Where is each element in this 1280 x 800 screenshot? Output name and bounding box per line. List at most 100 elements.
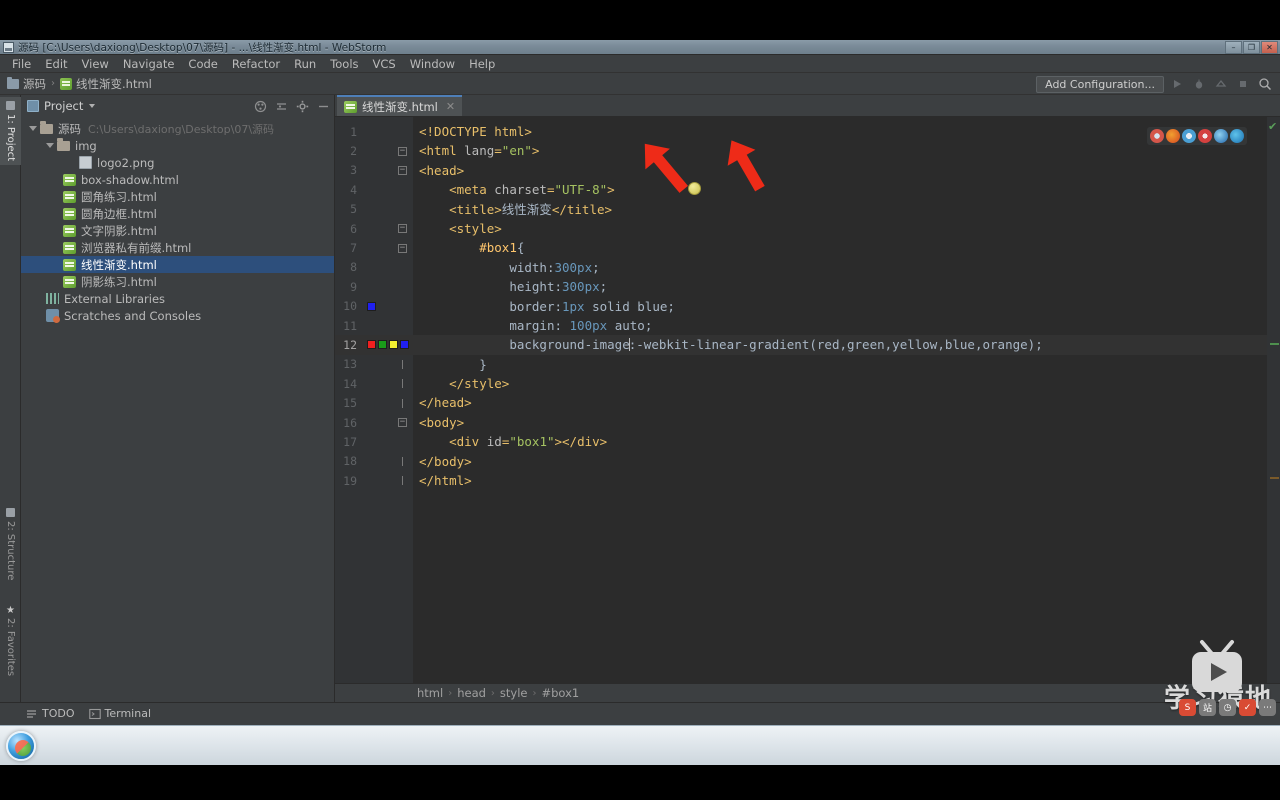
expand-twisty-icon[interactable] <box>29 126 37 131</box>
code-line-13[interactable]: } <box>413 355 1267 374</box>
code-line-6[interactable]: <style> <box>413 219 1267 238</box>
code-line-9[interactable]: height:300px; <box>413 277 1267 296</box>
code-line-11[interactable]: margin: 100px auto; <box>413 316 1267 335</box>
run-coverage-icon[interactable] <box>1212 75 1230 93</box>
code-line-17[interactable]: <div id="box1"></div> <box>413 432 1267 451</box>
code-line-12[interactable]: background-image:-webkit-linear-gradient… <box>413 335 1267 355</box>
breadcrumb-item-html[interactable]: html <box>417 686 443 700</box>
minimize-button[interactable]: – <box>1225 41 1242 54</box>
fold-icon[interactable]: − <box>398 243 407 253</box>
code-line-4[interactable]: <meta charset="UTF-8"> <box>413 180 1267 199</box>
menu-refactor[interactable]: Refactor <box>225 55 287 73</box>
browser-launch-bar[interactable] <box>1147 127 1247 145</box>
editor-area[interactable]: 1 2− 3− 4 5 6− 7− 8 9 10 11 12 13 14 15 … <box>335 117 1280 683</box>
start-orb-icon[interactable] <box>6 730 36 761</box>
close-icon[interactable]: ✕ <box>446 100 455 113</box>
code-line-5[interactable]: <title>线性渐变</title> <box>413 200 1267 219</box>
chrome-icon[interactable] <box>1150 129 1164 143</box>
menu-help[interactable]: Help <box>462 55 502 73</box>
firefox-icon[interactable] <box>1166 129 1180 143</box>
stripe-mark[interactable] <box>1270 343 1279 345</box>
tree-item-wenzi-yinying-html[interactable]: 文字阴影.html <box>21 222 334 239</box>
editor-tab-xianxing-jianbian[interactable]: 线性渐变.html ✕ <box>337 95 463 116</box>
code-line-14[interactable]: </style> <box>413 374 1267 393</box>
nav-crumb-file[interactable]: 线性渐变.html <box>76 76 152 92</box>
fold-icon[interactable] <box>398 476 407 486</box>
run-icon[interactable] <box>1168 75 1186 93</box>
fold-icon[interactable] <box>398 379 407 389</box>
stop-icon[interactable] <box>1234 75 1252 93</box>
menu-edit[interactable]: Edit <box>38 55 74 73</box>
fold-icon[interactable] <box>398 398 407 408</box>
safari-icon[interactable] <box>1182 129 1196 143</box>
tree-item-img[interactable]: img <box>21 137 334 154</box>
chevron-down-icon[interactable] <box>89 104 96 108</box>
tree-item-box-shadow-html[interactable]: box-shadow.html <box>21 171 334 188</box>
code-line-16[interactable]: <body> <box>413 413 1267 432</box>
code-line-15[interactable]: </head> <box>413 393 1267 412</box>
fold-icon[interactable]: − <box>398 146 407 156</box>
nav-crumb-project[interactable]: 源码 <box>23 76 46 92</box>
tree-item-yinying-lianxi-html[interactable]: 阴影练习.html <box>21 273 334 290</box>
breadcrumb-item-box1[interactable]: #box1 <box>542 686 580 700</box>
tool-tab-structure[interactable]: 2: Structure <box>0 504 21 584</box>
fold-icon[interactable]: − <box>398 165 407 175</box>
debug-icon[interactable] <box>1190 75 1208 93</box>
maximize-button[interactable]: ❐ <box>1243 41 1260 54</box>
tree-item-scratches-and-consoles[interactable]: Scratches and Consoles <box>21 307 334 324</box>
tree-item-yuanjiao-biankuang-html[interactable]: 圆角边框.html <box>21 205 334 222</box>
code-line-3[interactable]: <head> <box>413 161 1267 180</box>
stripe-mark[interactable] <box>1270 477 1279 479</box>
menu-tools[interactable]: Tools <box>323 55 365 73</box>
fold-icon[interactable]: − <box>398 224 407 234</box>
expand-twisty-icon[interactable] <box>46 143 54 148</box>
tool-tab-favorites[interactable]: ★ 2: Favorites <box>0 601 21 680</box>
project-tree[interactable]: 源码 C:\Users\daxiong\Desktop\07\源码 img lo… <box>21 117 334 702</box>
fold-icon[interactable] <box>398 456 407 466</box>
tree-item-root[interactable]: 源码 C:\Users\daxiong\Desktop\07\源码 <box>21 120 334 137</box>
code-line-2[interactable]: <html lang="en"> <box>413 141 1267 160</box>
search-icon[interactable] <box>1256 75 1274 93</box>
tree-item-xianxing-jianbian-html[interactable]: 线性渐变.html <box>21 256 334 273</box>
menu-view[interactable]: View <box>75 55 116 73</box>
fold-icon[interactable]: − <box>398 418 407 428</box>
breadcrumb-item-head[interactable]: head <box>457 686 486 700</box>
editor-gutter[interactable]: 1 2− 3− 4 5 6− 7− 8 9 10 11 12 13 14 15 … <box>335 117 413 683</box>
close-button[interactable]: ✕ <box>1261 41 1278 54</box>
error-stripe-rail[interactable]: ✔ <box>1267 117 1280 683</box>
menu-window[interactable]: Window <box>403 55 462 73</box>
settings-gear-icon[interactable] <box>296 100 309 113</box>
terminal-tool-button[interactable]: Terminal <box>88 707 151 720</box>
tree-item-yuanjiao-lianxi-html[interactable]: 圆角练习.html <box>21 188 334 205</box>
flatten-packages-icon[interactable] <box>275 100 288 113</box>
todo-tool-button[interactable]: TODO <box>26 707 75 720</box>
menu-file[interactable]: File <box>5 55 38 73</box>
code-line-8[interactable]: width:300px; <box>413 258 1267 277</box>
code-line-1[interactable]: <!DOCTYPE html> <box>413 122 1267 141</box>
add-configuration-button[interactable]: Add Configuration... <box>1036 75 1164 93</box>
code-line-18[interactable]: </body> <box>413 452 1267 471</box>
code-line-10[interactable]: border:1px solid blue; <box>413 297 1267 316</box>
breadcrumb-item-style[interactable]: style <box>500 686 528 700</box>
menu-vcs[interactable]: VCS <box>366 55 403 73</box>
menu-navigate[interactable]: Navigate <box>116 55 182 73</box>
code-content[interactable]: <!DOCTYPE html> <html lang="en"> <head> … <box>413 117 1267 683</box>
color-swatches-line12[interactable] <box>367 340 409 350</box>
tree-item-external-libraries[interactable]: External Libraries <box>21 290 334 307</box>
menu-code[interactable]: Code <box>181 55 224 73</box>
tool-tab-project[interactable]: 1: Project <box>0 97 21 166</box>
opera-icon[interactable] <box>1198 129 1212 143</box>
fold-icon[interactable] <box>398 359 407 369</box>
tree-item-logo2-png[interactable]: logo2.png <box>21 154 334 171</box>
gutter-line-12[interactable]: 12 <box>335 335 413 355</box>
gutter-line-10[interactable]: 10 <box>335 297 413 316</box>
color-swatches-line10[interactable] <box>367 301 376 311</box>
edge-icon[interactable] <box>1230 129 1244 143</box>
menu-run[interactable]: Run <box>287 55 323 73</box>
code-line-19[interactable]: </html> <box>413 471 1267 490</box>
internet-explorer-icon[interactable] <box>1214 129 1228 143</box>
tree-item-liulanqi-siyou-qianzhui-html[interactable]: 浏览器私有前缀.html <box>21 239 334 256</box>
hide-panel-icon[interactable] <box>317 100 330 113</box>
code-line-7[interactable]: #box1{ <box>413 238 1267 257</box>
collapse-all-icon[interactable] <box>254 100 267 113</box>
